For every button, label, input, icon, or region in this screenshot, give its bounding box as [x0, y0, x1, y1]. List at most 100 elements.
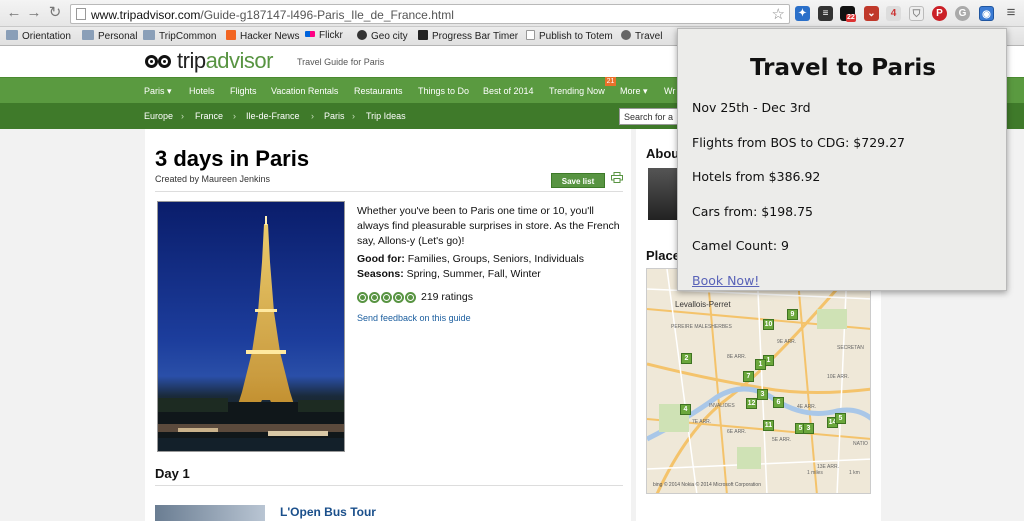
rating-bubble-icon — [405, 291, 416, 303]
folder-icon — [143, 30, 155, 40]
pinterest-icon[interactable]: P — [932, 6, 947, 21]
globe-icon — [357, 30, 367, 40]
bookmark-hacker-news[interactable]: Hacker News — [226, 30, 299, 42]
map-pin[interactable]: 11 — [763, 420, 774, 431]
nav-flights[interactable]: Flights — [230, 86, 257, 96]
url-text: www.tripadvisor.com/Guide-g187147-l496-P… — [91, 8, 454, 22]
breadcrumb-paris[interactable]: Paris — [324, 111, 345, 121]
pocket-icon[interactable]: ⌄ — [864, 6, 879, 21]
bookmark-publish-to-totem[interactable]: Publish to Totem — [526, 30, 613, 42]
breadcrumb-separator: › — [233, 111, 236, 121]
eiffel-tower-photo[interactable] — [157, 201, 345, 452]
forward-arrow-icon[interactable]: → — [26, 5, 42, 21]
rating-bubble-icon — [381, 291, 392, 303]
folder-icon — [6, 30, 18, 40]
bookmark-personal[interactable]: Personal — [82, 30, 137, 42]
popup-dates: Nov 25th - Dec 3rd — [692, 100, 811, 115]
back-arrow-icon[interactable]: ← — [6, 5, 22, 21]
breadcrumb-trip-ideas[interactable]: Trip Ideas — [366, 111, 406, 121]
nav-best-of-2014[interactable]: Best of 2014 — [483, 86, 534, 96]
browser-toolbar: ← → ↻ www.tripadvisor.com/Guide-g187147-… — [0, 0, 1024, 27]
rating-bubble-icon — [357, 291, 368, 303]
rating-bubble-icon — [369, 291, 380, 303]
extension-badge-icon[interactable]: 22 — [840, 6, 856, 22]
map-district-label: NATIO — [853, 441, 868, 447]
bookmark-tripcommon[interactable]: TripCommon — [143, 30, 216, 42]
ratings-count[interactable]: 219 ratings — [421, 291, 473, 303]
map-pin[interactable]: 3 — [757, 389, 768, 400]
places-heading: Place — [646, 248, 680, 263]
nav-paris[interactable]: Paris ▾ — [144, 86, 172, 97]
travel-extension-icon[interactable]: ◉ — [979, 6, 994, 21]
bookmark-star-icon[interactable]: ☆ — [772, 5, 785, 23]
rating: 219 ratings — [357, 291, 473, 303]
map-pin[interactable]: 1 — [755, 359, 766, 370]
map-district-label: 7E ARR. — [692, 419, 712, 425]
bookmark-geo-city[interactable]: Geo city — [357, 30, 408, 42]
map-scale-km: 1 km — [849, 470, 860, 476]
bookmark-travel[interactable]: Travel — [621, 30, 662, 42]
travel-extension-popup: Travel to Paris Nov 25th - Dec 3rd Fligh… — [677, 28, 1007, 291]
places-map[interactable]: Levallois-Perret PEREIRE MALESHERBES 8E … — [646, 268, 871, 494]
page-icon — [526, 30, 535, 40]
timer-icon — [418, 30, 428, 40]
buffer-stack-icon[interactable]: ≡ — [818, 6, 833, 21]
bookmark-progress-bar-timer[interactable]: Progress Bar Timer — [418, 30, 518, 42]
breadcrumb-france[interactable]: France — [195, 111, 223, 121]
map-district-label: 10E ARR. — [827, 374, 849, 380]
shield-icon[interactable]: ⛉ — [909, 6, 924, 21]
extension-blue-icon[interactable]: ✦ — [795, 6, 810, 21]
reload-icon[interactable]: ↻ — [47, 5, 63, 21]
breadcrumb-separator: › — [352, 111, 355, 121]
nav-trending-now[interactable]: Trending Now — [549, 86, 605, 96]
map-pin[interactable]: 10 — [763, 319, 774, 330]
map-pin[interactable]: 2 — [681, 353, 692, 364]
breadcrumb-europe[interactable]: Europe — [144, 111, 173, 121]
feedback-link[interactable]: Send feedback on this guide — [357, 313, 471, 323]
poi-thumbnail[interactable] — [155, 505, 265, 521]
map-pin[interactable]: 7 — [743, 371, 754, 382]
map-scale-miles: 1 miles — [807, 470, 823, 476]
map-pin[interactable]: 12 — [746, 398, 757, 409]
map-pin[interactable]: 9 — [787, 309, 798, 320]
nav-vacation-rentals[interactable]: Vacation Rentals — [271, 86, 338, 96]
book-now-link[interactable]: Book Now! — [692, 273, 759, 288]
nav-more[interactable]: More ▾ — [620, 86, 648, 97]
trending-badge: 21 — [605, 77, 616, 86]
map-district-label: 5E ARR. — [772, 437, 792, 443]
bookmark-flickr[interactable]: Flickr — [305, 30, 343, 41]
tripadvisor-logo[interactable]: tripadvisor — [145, 48, 273, 74]
good-for: Good for: Families, Groups, Seniors, Ind… — [357, 253, 584, 265]
author-photo[interactable] — [648, 168, 678, 220]
address-bar[interactable]: www.tripadvisor.com/Guide-g187147-l496-P… — [70, 4, 790, 24]
map-district-label: 4E ARR. — [797, 404, 817, 410]
nav-things-to-do[interactable]: Things to Do — [418, 86, 469, 96]
nav-restaurants[interactable]: Restaurants — [354, 86, 403, 96]
popup-title: Travel to Paris — [750, 55, 936, 81]
map-pin[interactable]: 6 — [773, 397, 784, 408]
nav-write[interactable]: Wr — [664, 86, 675, 96]
map-pin[interactable]: 4 — [680, 404, 691, 415]
nav-hotels[interactable]: Hotels — [189, 86, 215, 96]
ghostery-icon[interactable]: G — [955, 6, 970, 21]
extension-small-count-icon[interactable]: 4 — [886, 6, 901, 21]
map-district-label: PEREIRE MALESHERBES — [671, 324, 732, 330]
print-icon[interactable] — [611, 172, 623, 183]
map-city-label: Levallois-Perret — [675, 300, 731, 309]
rating-bubble-icon — [393, 291, 404, 303]
divider — [155, 191, 623, 192]
menu-icon[interactable]: ≡ — [1003, 5, 1019, 21]
map-pin[interactable]: 3 — [803, 423, 814, 434]
map-pin[interactable]: 5 — [835, 413, 846, 424]
save-list-button[interactable]: Save list — [551, 173, 605, 188]
bookmark-orientation[interactable]: Orientation — [6, 30, 71, 42]
map-district-label: 8E ARR. — [727, 354, 747, 360]
popup-cars: Cars from: $198.75 — [692, 204, 813, 219]
guide-description: Whether you've been to Paris one time or… — [357, 205, 620, 247]
about-heading: Abou — [646, 146, 680, 161]
map-district-label: 6E ARR. — [727, 429, 747, 435]
breadcrumb-ile-de-france[interactable]: Ile-de-France — [246, 111, 300, 121]
poi-title[interactable]: L'Open Bus Tour — [280, 505, 376, 519]
folder-icon — [82, 30, 94, 40]
owl-logo-icon — [145, 52, 175, 70]
